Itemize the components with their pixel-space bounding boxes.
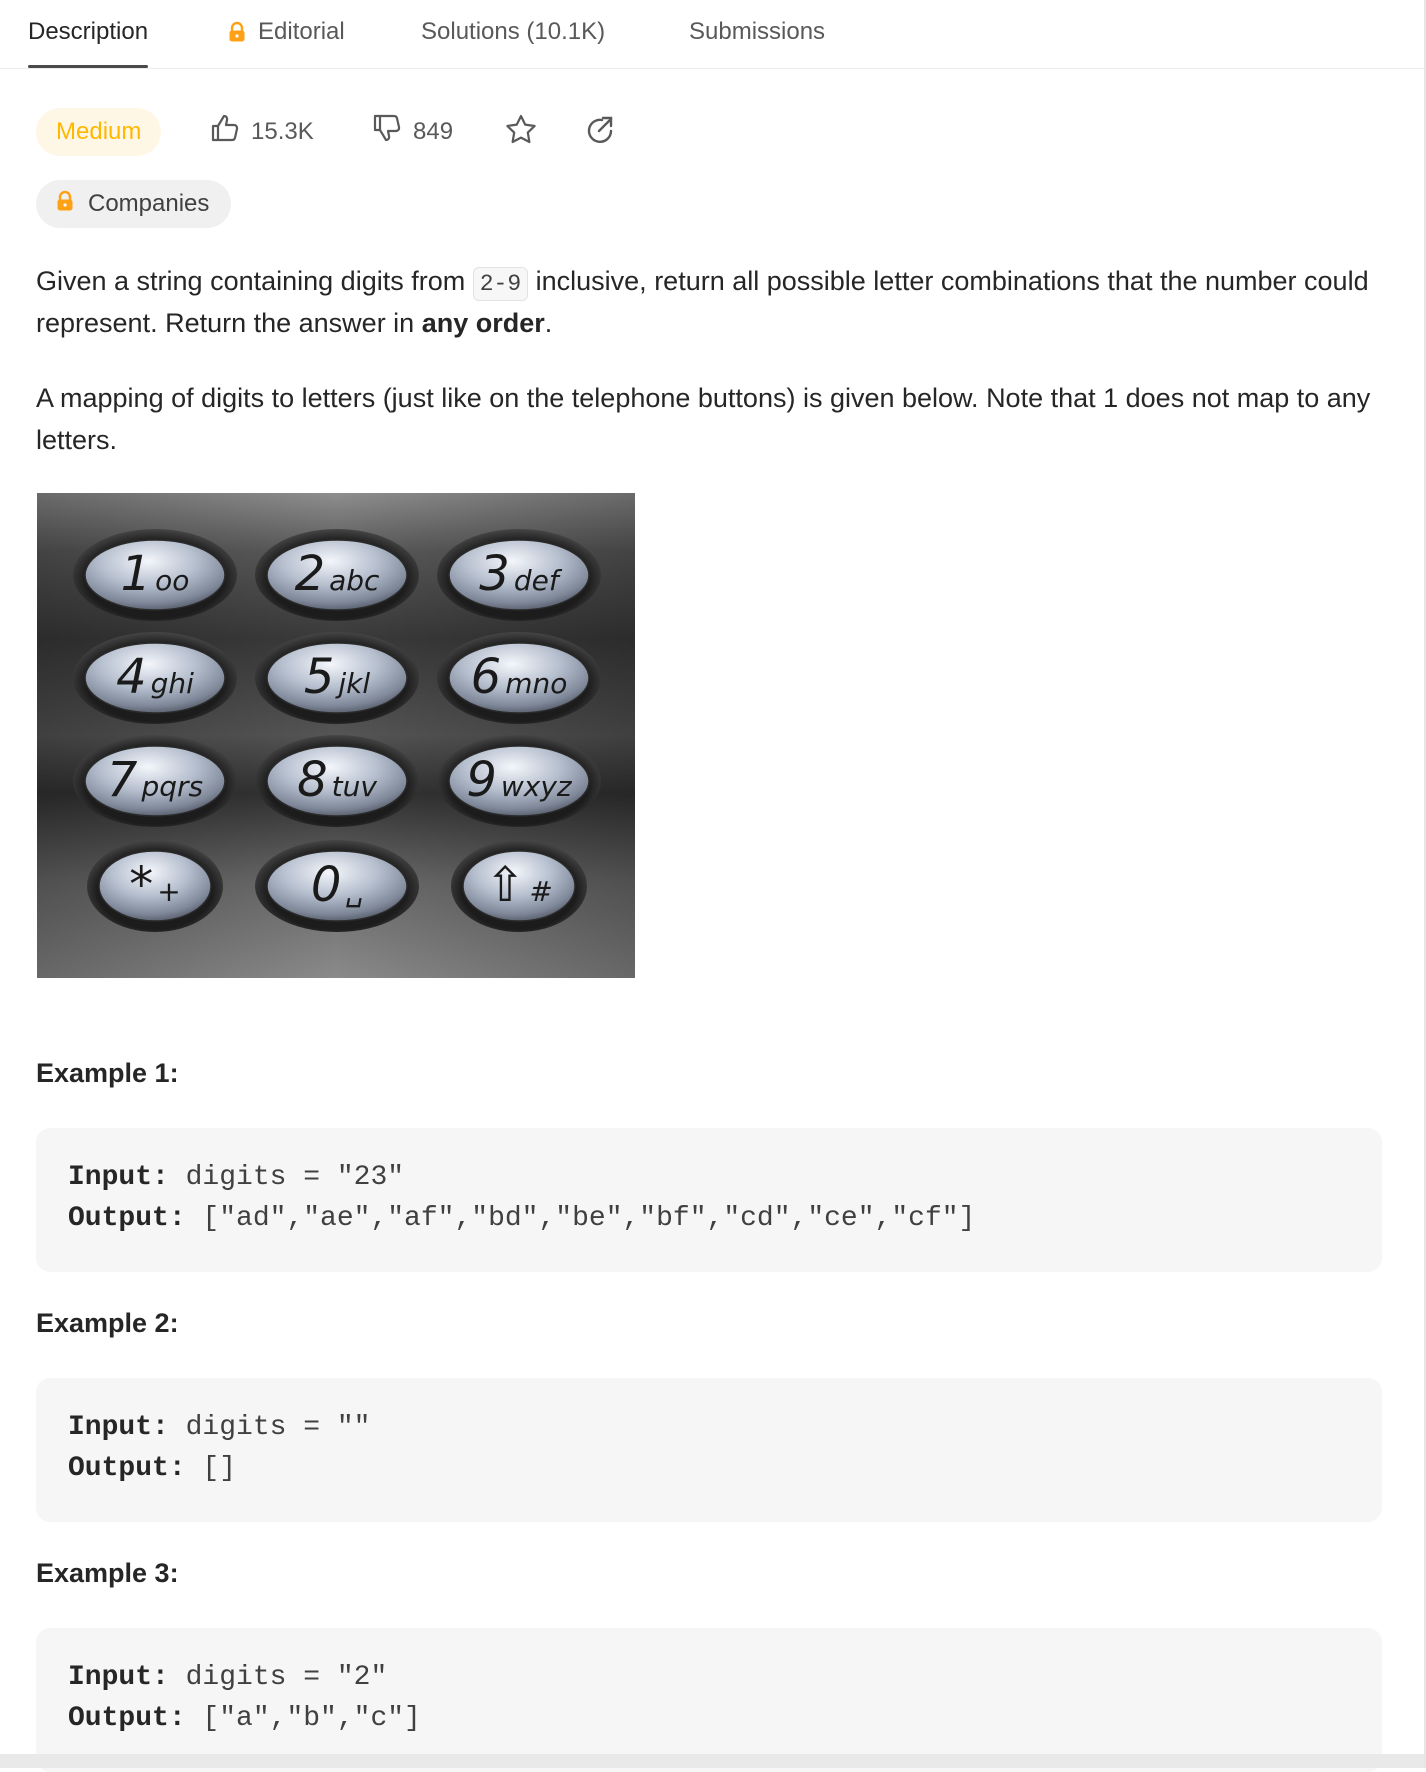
keypad-key-0: 0 ␣ xyxy=(255,840,419,932)
tab-submissions[interactable]: Submissions xyxy=(689,18,825,68)
example-2-title: Example 2: xyxy=(36,1308,179,1338)
keypad-key-8: 8 tuv xyxy=(255,735,419,827)
output-value: [] xyxy=(185,1453,237,1484)
example-1-codeblock: Input: digits = "23" Output: ["ad","ae",… xyxy=(36,1128,1382,1272)
keypad-letters: # xyxy=(529,875,552,908)
output-value: ["a","b","c"] xyxy=(185,1703,421,1734)
telephone-keypad-image: 1 oo 2 abc 3 def4 ghi 5 jkl 6 mno7 pqrs 8 tuv 9 wxyz* +0… xyxy=(37,493,635,978)
keypad-digit: 7 xyxy=(107,752,138,808)
keypad-letters: tuv xyxy=(332,770,378,803)
tab-description-label: Description xyxy=(28,18,149,45)
keypad-key-7: 7 pqrs xyxy=(73,735,237,827)
star-icon xyxy=(504,113,538,152)
keypad-letters: wxyz xyxy=(501,770,573,803)
output-label: Output: xyxy=(68,1203,186,1234)
inline-code-range: 2-9 xyxy=(472,267,529,301)
keypad-digit: 0 xyxy=(311,857,342,913)
example-3-codeblock: Input: digits = "2" Output: ["a","b","c"… xyxy=(36,1628,1382,1772)
difficulty-label: Medium xyxy=(56,118,142,145)
dislike-count: 849 xyxy=(413,117,454,145)
tab-editorial-label: Editorial xyxy=(258,18,345,45)
like-button[interactable]: 15.3K xyxy=(209,112,314,151)
keypad-letters: jkl xyxy=(334,667,370,700)
example-2-output: Output: [] xyxy=(68,1453,236,1484)
description-paragraph-1: Given a string containing digits from 2-… xyxy=(36,260,1386,344)
keypad-key-1: 1 oo xyxy=(73,529,237,621)
keypad-digit: 5 xyxy=(304,649,335,705)
tab-description[interactable]: Description xyxy=(28,18,149,68)
keypad-digit: 9 xyxy=(466,752,497,808)
keypad-key-*: * + xyxy=(87,840,223,932)
tab-bar: Description Editorial Solutions (10.1K) … xyxy=(0,0,1424,69)
keypad-key-6: 6 mno xyxy=(437,632,601,724)
favorite-button[interactable] xyxy=(501,112,541,152)
description-text: Given a string containing digits from xyxy=(36,266,473,296)
like-count: 15.3K xyxy=(251,117,314,145)
example-3-output: Output: ["a","b","c"] xyxy=(68,1703,421,1734)
input-label: Input: xyxy=(68,1412,169,1443)
example-1-output: Output: ["ad","ae","af","bd","be","bf","… xyxy=(68,1203,975,1234)
thumbs-down-icon xyxy=(371,112,403,151)
tab-submissions-label: Submissions xyxy=(689,18,826,45)
description-paragraph-2: A mapping of digits to letters (just lik… xyxy=(36,383,1371,455)
keypad-key-9: 9 wxyz xyxy=(437,735,601,827)
keypad-key-2: 2 abc xyxy=(255,529,419,621)
input-value: digits = "2" xyxy=(168,1662,388,1693)
keypad-letters: pqrs xyxy=(140,770,203,803)
keypad-digit: 3 xyxy=(479,546,510,602)
keypad-key-3: 3 def xyxy=(437,529,601,621)
output-value: ["ad","ae","af","bd","be","bf","cd","ce"… xyxy=(185,1203,976,1234)
example-1-input: Input: digits = "23" xyxy=(68,1162,404,1193)
keypad-key-⇧: ⇧ # xyxy=(451,840,587,932)
keypad-letters: + xyxy=(157,875,180,908)
description-text: . xyxy=(544,308,553,338)
dislike-button[interactable]: 849 xyxy=(371,112,453,151)
input-value: digits = "" xyxy=(168,1412,371,1443)
keypad-key-4: 4 ghi xyxy=(73,632,237,724)
keypad-letters: mno xyxy=(505,667,567,700)
share-icon xyxy=(584,114,616,151)
example-2-input: Input: digits = "" xyxy=(68,1412,370,1443)
keypad-digit: * xyxy=(129,857,153,913)
keypad-letters: ghi xyxy=(151,667,195,700)
companies-label: Companies xyxy=(88,190,210,217)
output-label: Output: xyxy=(68,1453,186,1484)
difficulty-badge: Medium xyxy=(36,108,162,156)
example-2-codeblock: Input: digits = "" Output: [] xyxy=(36,1378,1382,1522)
keypad-digit: ⇧ xyxy=(485,857,525,913)
keypad-digit: 8 xyxy=(297,752,328,808)
lock-icon xyxy=(54,190,76,219)
tab-solutions-label: Solutions (10.1K) xyxy=(421,18,606,45)
thumbs-up-icon xyxy=(209,112,241,151)
keypad-digit: 1 xyxy=(121,546,152,602)
keypad-letters: abc xyxy=(329,564,380,597)
input-label: Input: xyxy=(68,1162,169,1193)
tab-editorial[interactable]: Editorial xyxy=(226,18,345,68)
output-label: Output: xyxy=(68,1703,186,1734)
problem-panel: Description Editorial Solutions (10.1K) … xyxy=(0,0,1426,1772)
emphasis-text: any order xyxy=(421,308,545,338)
keypad-digit: 2 xyxy=(295,546,326,602)
example-3-title: Example 3: xyxy=(36,1558,179,1588)
example-1-title: Example 1: xyxy=(36,1058,179,1088)
input-value: digits = "23" xyxy=(168,1162,405,1193)
example-3-input: Input: digits = "2" xyxy=(68,1662,387,1693)
share-button[interactable] xyxy=(580,112,620,152)
keypad-letters: oo xyxy=(155,564,189,597)
bottom-scroll-edge xyxy=(0,1754,1424,1768)
input-label: Input: xyxy=(68,1662,169,1693)
lock-icon xyxy=(226,21,248,43)
keypad-digit: 6 xyxy=(471,649,502,705)
tab-solutions[interactable]: Solutions (10.1K) xyxy=(421,18,605,68)
keypad-key-5: 5 jkl xyxy=(255,632,419,724)
companies-button[interactable]: Companies xyxy=(36,180,232,228)
keypad-digit: 4 xyxy=(116,649,147,705)
keypad-letters: def xyxy=(514,564,563,597)
keypad-letters: ␣ xyxy=(345,875,363,908)
